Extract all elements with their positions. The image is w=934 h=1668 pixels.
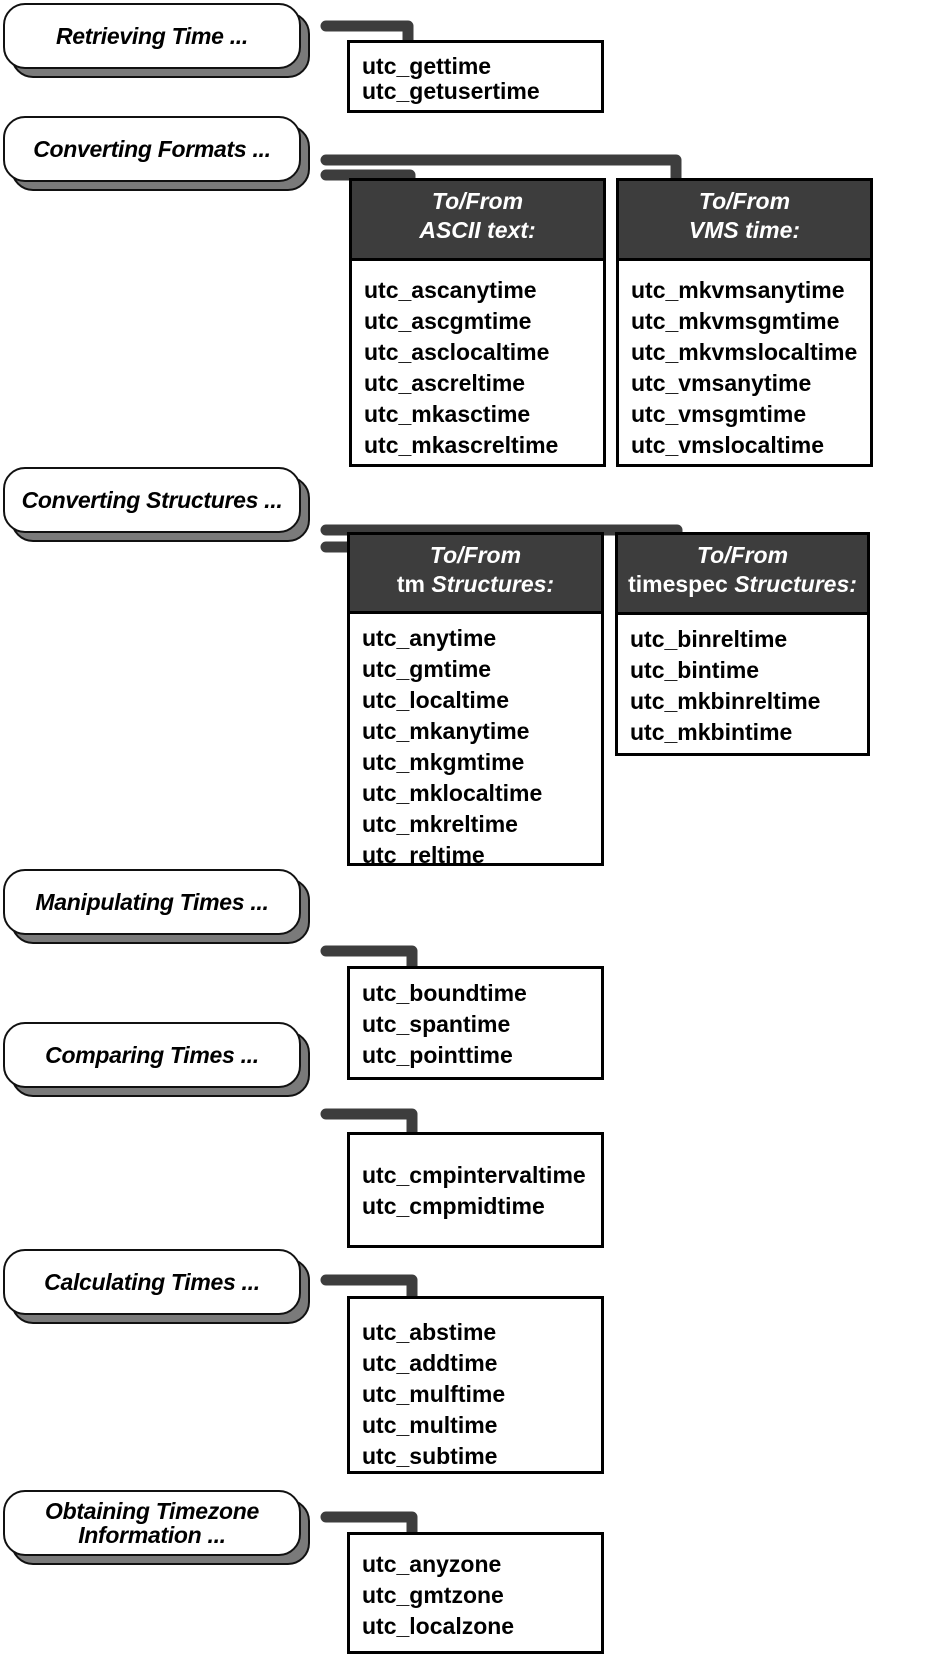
table-header: To/From ASCII text:: [352, 181, 603, 261]
function-item: utc_reltime: [362, 842, 485, 868]
function-item: utc_boundtime: [362, 980, 527, 1006]
function-item: utc_bintime: [630, 657, 760, 683]
function-table-tm: To/From tm Structures: utc_anytime utc_g…: [347, 532, 604, 868]
function-table-retrieving: utc_gettime utc_getusertime: [347, 40, 604, 113]
connector-manipulating: [320, 945, 418, 972]
function-item: utc_ascanytime: [364, 277, 537, 303]
function-item: utc_mkvmsanytime: [631, 277, 845, 303]
table-header: To/From timespec Structures:: [618, 535, 867, 615]
function-table-timezone: utc_anyzone utc_gmtzone utc_localzone: [347, 1532, 604, 1654]
function-item: utc_vmslocaltime: [631, 432, 825, 458]
function-item: utc_gmtime: [362, 656, 492, 682]
connector-comparing: [320, 1108, 418, 1140]
function-item: utc_spantime: [362, 1011, 511, 1037]
category-label: Converting Structures ...: [21, 487, 283, 513]
category-converting-structures: Converting Structures ...: [3, 467, 310, 542]
function-item: utc_vmsgmtime: [631, 401, 807, 427]
function-item: utc_mklocaltime: [362, 780, 543, 806]
function-item: utc_gmtzone: [362, 1582, 504, 1608]
function-table-timespec: To/From timespec Structures: utc_binrelt…: [615, 532, 870, 756]
function-item: utc_ascgmtime: [364, 308, 532, 334]
function-item: utc_vmsanytime: [631, 370, 812, 396]
function-item: utc_mkasctime: [364, 401, 531, 427]
function-item: utc_localtime: [362, 687, 509, 713]
function-item: utc_mkbinreltime: [630, 688, 821, 714]
function-item: utc_cmpintervaltime: [362, 1162, 586, 1188]
category-retrieving-time: Retrieving Time ...: [3, 3, 310, 78]
function-item: utc_cmpmidtime: [362, 1193, 545, 1219]
function-table-manipulating: utc_boundtime utc_spantime utc_pointtime: [347, 966, 604, 1080]
function-item: utc_mkreltime: [362, 811, 518, 837]
function-table-ascii: To/From ASCII text: utc_ascanytime utc_a…: [349, 178, 606, 467]
category-calculating-times: Calculating Times ...: [3, 1249, 310, 1324]
function-table-comparing: utc_cmpintervaltime utc_cmpmidtime: [347, 1132, 604, 1248]
function-item: utc_asclocaltime: [364, 339, 550, 365]
category-label-line2: Information ...: [78, 1522, 226, 1548]
connector-calculating: [320, 1274, 418, 1302]
function-item: utc_mkvmsgmtime: [631, 308, 840, 334]
function-item: utc_anytime: [362, 625, 497, 651]
function-item: utc_addtime: [362, 1350, 498, 1376]
function-item: utc_multime: [362, 1412, 498, 1438]
function-item: utc_subtime: [362, 1443, 498, 1469]
category-label: Comparing Times ...: [45, 1042, 259, 1068]
category-obtaining-timezone: Obtaining Timezone Information ...: [3, 1490, 310, 1565]
category-label: Converting Formats ...: [33, 136, 271, 162]
category-label-line1: Obtaining Timezone: [45, 1498, 259, 1524]
category-label: Retrieving Time ...: [56, 23, 248, 49]
function-item: utc_localzone: [362, 1613, 515, 1639]
function-item: utc_mulftime: [362, 1381, 506, 1407]
function-table-vms: To/From VMS time: utc_mkvmsanytime utc_m…: [616, 178, 873, 467]
function-item: utc_mkascreltime: [364, 432, 559, 458]
function-item: utc_binreltime: [630, 626, 788, 652]
function-item: utc_ascreltime: [364, 370, 526, 396]
category-comparing-times: Comparing Times ...: [3, 1022, 310, 1097]
category-manipulating-times: Manipulating Times ...: [3, 869, 310, 944]
category-label: Manipulating Times ...: [35, 889, 269, 915]
table-header: To/From VMS time:: [619, 181, 870, 261]
category-converting-formats: Converting Formats ...: [3, 116, 310, 191]
function-item: utc_abstime: [362, 1319, 497, 1345]
function-item: utc_mkgmtime: [362, 749, 525, 775]
function-item: utc_anyzone: [362, 1551, 502, 1577]
table-header: To/From tm Structures:: [350, 535, 601, 614]
category-label: Calculating Times ...: [44, 1269, 260, 1295]
function-item: utc_pointtime: [362, 1042, 513, 1068]
connector-timezone: [320, 1511, 418, 1539]
function-table-calculating: utc_abstime utc_addtime utc_mulftime utc…: [347, 1296, 604, 1474]
function-item: utc_mkanytime: [362, 718, 530, 744]
function-item: utc_mkvmslocaltime: [631, 339, 858, 365]
function-item: utc_mkbintime: [630, 719, 793, 745]
function-item: utc_getusertime: [362, 78, 540, 104]
